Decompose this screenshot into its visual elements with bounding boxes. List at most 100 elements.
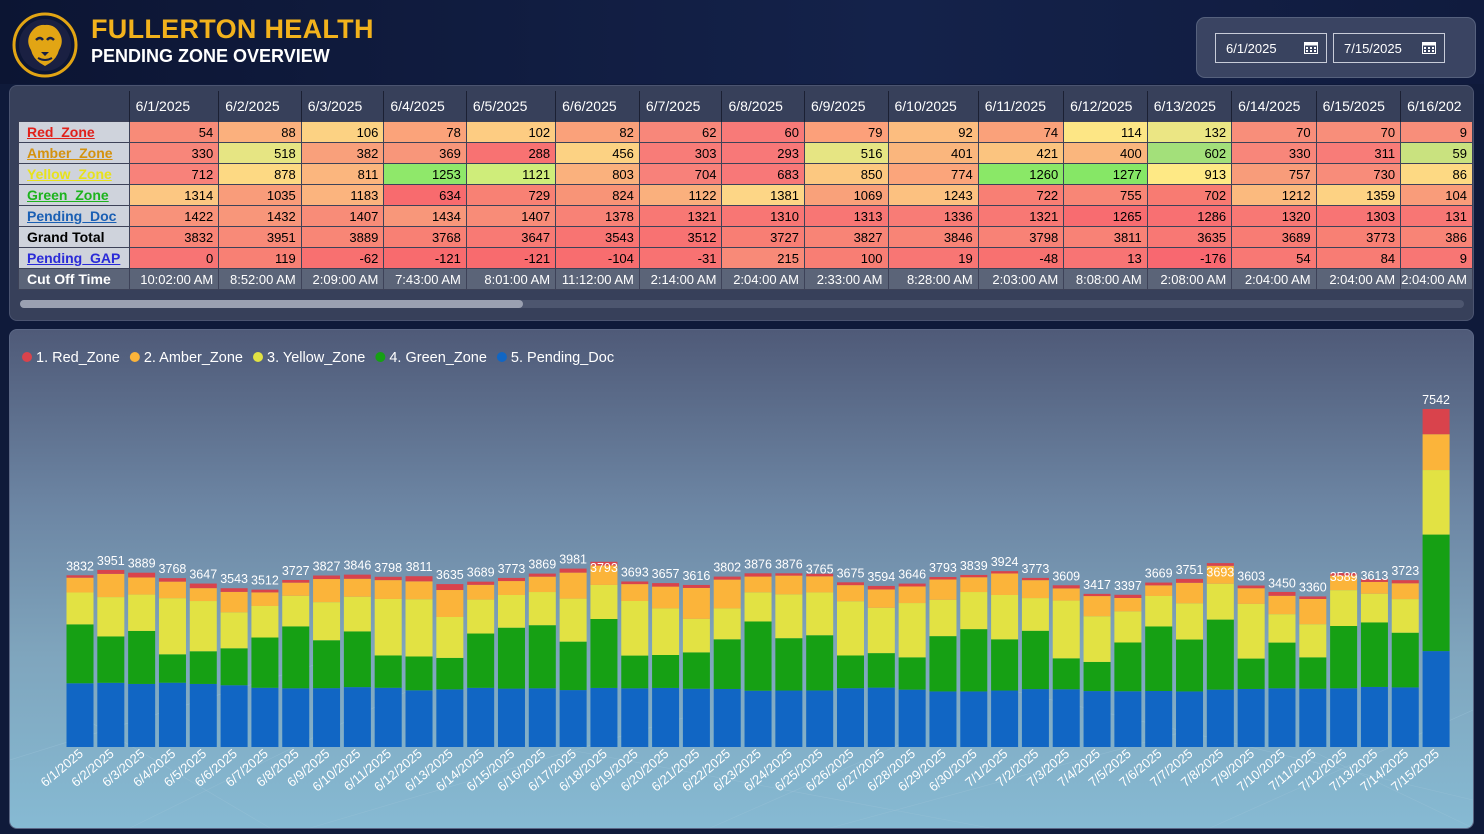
table-cell: 8:28:00 AM: [887, 268, 979, 290]
table-cell: 54: [1231, 247, 1317, 269]
bar-segment: [652, 608, 680, 655]
table-cell: 516: [803, 142, 889, 164]
row-header: Grand Total: [18, 226, 130, 248]
bar-segment: [374, 687, 402, 747]
bar-segment: [467, 584, 495, 600]
bar-segment: [313, 579, 341, 603]
bar-segment: [991, 690, 1019, 747]
column-header-date[interactable]: 6/1/2025: [128, 91, 219, 122]
data-label-total: 3635: [436, 568, 464, 582]
bar-segment: [806, 592, 834, 636]
bar-segment: [929, 579, 957, 600]
bar-segment: [66, 592, 94, 625]
data-label-total: 3773: [498, 562, 526, 576]
column-header-date[interactable]: 6/13/2025: [1146, 91, 1232, 122]
bar-segment: [220, 685, 248, 747]
bar-segment: [1237, 585, 1265, 589]
column-header-date[interactable]: 6/14/2025: [1231, 91, 1317, 122]
table-cell: 86: [1400, 163, 1473, 185]
column-header-date[interactable]: 6/10/2025: [887, 91, 979, 122]
bar-segment: [775, 573, 803, 576]
start-date-input[interactable]: 6/1/2025: [1215, 33, 1327, 63]
bar-segment: [1330, 590, 1358, 626]
table-cell: 1253: [383, 163, 467, 185]
table-cell: 1432: [218, 205, 302, 227]
table-cell: 74: [977, 121, 1065, 143]
end-date-input[interactable]: 7/15/2025: [1333, 33, 1445, 63]
table-cell: 757: [1231, 163, 1317, 185]
bar-segment: [559, 690, 587, 747]
bar-segment: [1145, 582, 1173, 586]
bar-segment: [158, 578, 186, 582]
bar-segment: [158, 598, 186, 655]
bar-segment: [621, 581, 649, 585]
bar-segment: [374, 576, 402, 581]
stacked-bar-chart-panel: 1. Red_Zone 2. Amber_Zone 3. Yellow_Zone 4.…: [9, 329, 1474, 829]
bar-segment: [960, 574, 988, 578]
bar-segment: [313, 575, 341, 580]
bar-segment: [775, 575, 803, 595]
calendar-icon[interactable]: [1422, 41, 1436, 54]
bar-segment: [1114, 597, 1142, 612]
bar-segment: [867, 653, 895, 688]
table-cell: 8:01:00 AM: [465, 268, 557, 290]
bar-segment: [128, 683, 156, 747]
table-cell: 114: [1063, 121, 1148, 143]
bar-segment: [497, 581, 525, 595]
row-header: Pending_Doc: [18, 205, 130, 227]
bar-segment: [220, 612, 248, 649]
bar-segment: [1083, 593, 1111, 597]
scrollbar-thumb[interactable]: [20, 300, 523, 308]
column-header-date[interactable]: 6/15/2025: [1315, 91, 1401, 122]
bar-segment: [1114, 642, 1142, 692]
bar-segment: [313, 688, 341, 747]
bar-segment: [898, 689, 926, 747]
row-header: Amber_Zone: [18, 142, 130, 164]
table-cell: 70: [1315, 121, 1402, 143]
bar-segment: [467, 633, 495, 688]
bar-segment: [189, 588, 217, 602]
data-label-total: 3793: [590, 561, 618, 575]
table-cell: 1260: [977, 163, 1065, 185]
bar-segment: [1052, 689, 1080, 747]
column-header-date[interactable]: 6/9/2025: [803, 91, 888, 122]
bar-segment: [66, 683, 94, 747]
table-cell: 1183: [300, 184, 385, 206]
bar-segment: [1237, 658, 1265, 689]
column-header-date[interactable]: 6/6/2025: [555, 91, 640, 122]
table-cell: 803: [555, 163, 640, 185]
table-cell: 421: [977, 142, 1065, 164]
calendar-icon[interactable]: [1304, 41, 1318, 54]
column-header-date[interactable]: 6/8/2025: [721, 91, 805, 122]
table-cell: 683: [721, 163, 805, 185]
bar-segment: [1052, 585, 1080, 589]
data-label-total: 3802: [713, 561, 741, 575]
bar-segment: [898, 586, 926, 604]
bar-segment: [960, 629, 988, 692]
bar-segment: [1268, 642, 1296, 689]
table-cell: 1422: [128, 205, 220, 227]
table-cell: 3512: [638, 226, 723, 248]
data-label-total: 3876: [775, 557, 803, 571]
column-header-date[interactable]: 6/16/202: [1400, 91, 1473, 122]
bar-segment: [436, 616, 464, 658]
column-header-date[interactable]: 6/7/2025: [638, 91, 722, 122]
data-label-total: 3589: [1330, 570, 1358, 584]
table-cell: 1378: [555, 205, 640, 227]
bar-segment: [436, 590, 464, 617]
bar-segment: [713, 576, 741, 580]
bar-segment: [158, 682, 186, 747]
bar-segment: [652, 583, 680, 587]
column-header-date[interactable]: 6/3/2025: [300, 91, 384, 122]
column-header-date[interactable]: 6/11/2025: [977, 91, 1064, 122]
horizontal-scrollbar[interactable]: [20, 300, 1464, 308]
column-header-date[interactable]: 6/12/2025: [1063, 91, 1148, 122]
legend-label: 2. Amber_Zone: [144, 350, 243, 366]
column-header-date[interactable]: 6/4/2025: [383, 91, 467, 122]
column-header-date[interactable]: 6/5/2025: [465, 91, 556, 122]
table-cell: -104: [555, 247, 640, 269]
bar-segment: [467, 581, 495, 585]
bar-segment: [97, 636, 125, 683]
bar-segment: [1021, 577, 1049, 581]
column-header-date[interactable]: 6/2/2025: [218, 91, 302, 122]
